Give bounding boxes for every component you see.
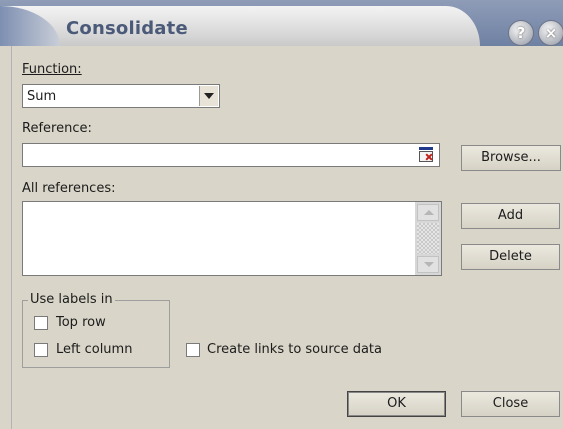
chevron-down-icon[interactable] [199,86,218,106]
create-links-label[interactable]: Create links to source data [207,342,382,357]
title-bar[interactable]: Consolidate ? × [0,0,563,46]
all-references-scrollbar[interactable] [415,202,441,275]
collapse-icon-bar [419,147,433,150]
all-references-label: All references: [22,181,116,196]
delete-button[interactable]: Delete [461,244,560,270]
left-column-label[interactable]: Left column [56,342,132,357]
function-selected-value: Sum [27,89,57,104]
help-icon[interactable]: ? [508,20,534,46]
scroll-track[interactable] [417,223,439,254]
close-button[interactable]: Close [461,391,560,417]
browse-button[interactable]: Browse... [461,145,561,171]
all-references-list[interactable] [22,201,442,276]
reference-label: Reference: [22,121,92,136]
collapse-icon-mark [425,153,433,161]
function-label-text: Function: [22,62,82,77]
create-links-checkbox[interactable] [186,343,200,357]
left-column-checkbox[interactable] [34,343,48,357]
consolidate-dialog: Consolidate ? × Function: Sum Reference:… [0,0,563,429]
top-row-label[interactable]: Top row [56,315,106,330]
top-row-checkbox[interactable] [34,316,48,330]
add-button[interactable]: Add [461,203,560,229]
function-dropdown[interactable]: Sum [22,84,220,108]
scroll-down-icon[interactable] [417,256,439,273]
use-labels-group [22,300,170,368]
window-title: Consolidate [66,18,188,39]
close-icon[interactable]: × [538,20,563,46]
ok-button[interactable]: OK [347,391,446,417]
collapse-dialog-icon[interactable] [417,146,437,164]
reference-input[interactable] [22,143,440,167]
function-label: Function: [22,62,82,77]
use-labels-group-label: Use labels in [28,292,115,307]
scroll-up-icon[interactable] [417,204,439,221]
